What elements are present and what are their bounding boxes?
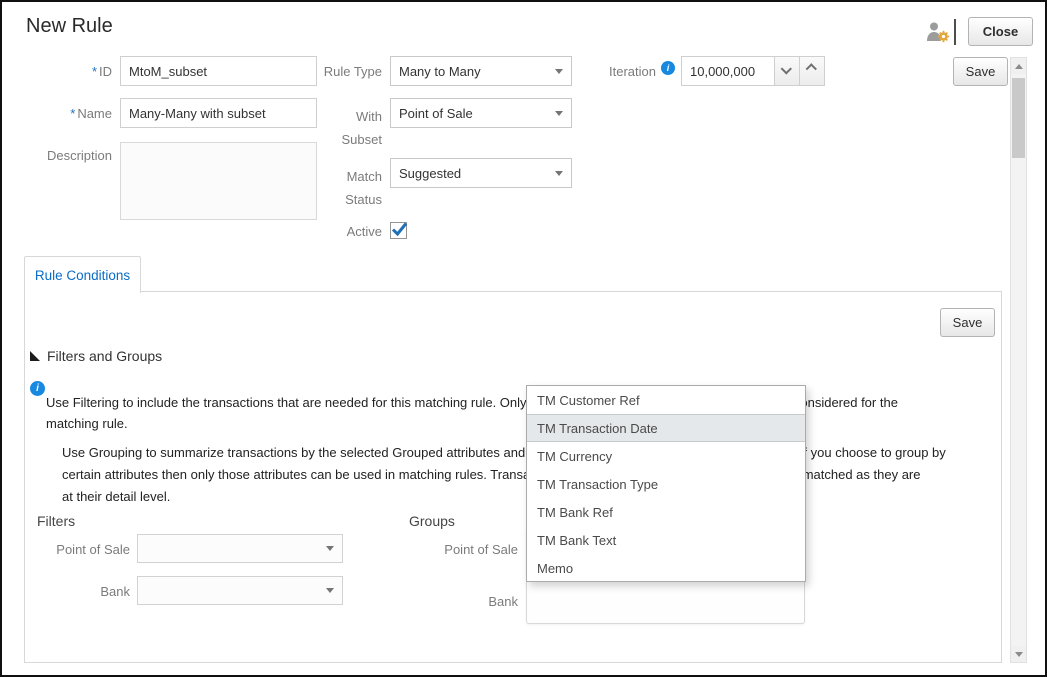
rule-type-value: Many to Many bbox=[399, 64, 555, 79]
dropdown-item[interactable]: TM Bank Text bbox=[527, 526, 805, 554]
check-icon bbox=[390, 220, 409, 238]
scrollbar-thumb[interactable] bbox=[1012, 78, 1025, 158]
collapse-triangle-icon bbox=[30, 351, 40, 361]
with-subset-select[interactable]: Point of Sale bbox=[390, 98, 572, 128]
with-subset-label: With Subset bbox=[310, 105, 382, 151]
header-divider bbox=[954, 19, 956, 45]
required-marker: * bbox=[70, 106, 75, 121]
group-bank-box[interactable] bbox=[526, 580, 805, 624]
description-label: Description bbox=[17, 148, 112, 164]
rule-type-select[interactable]: Many to Many bbox=[390, 56, 572, 86]
triangle-down-icon bbox=[1015, 652, 1023, 657]
with-subset-value: Point of Sale bbox=[399, 106, 555, 121]
page-title: New Rule bbox=[26, 15, 113, 38]
match-status-label: Match Status bbox=[310, 165, 382, 211]
dropdown-item[interactable]: TM Transaction Type bbox=[527, 470, 805, 498]
chevron-down-icon bbox=[555, 171, 563, 176]
iteration-stepper bbox=[774, 56, 825, 86]
info-line: at their detail level. bbox=[62, 486, 946, 508]
dropdown-item[interactable]: Memo bbox=[527, 554, 805, 582]
dropdown-item[interactable]: TM Customer Ref bbox=[527, 386, 805, 414]
new-rule-window: New Rule Close Save *ID Rule Type Many t… bbox=[0, 0, 1047, 677]
info-icon[interactable]: i bbox=[661, 61, 675, 75]
active-checkbox[interactable] bbox=[390, 222, 407, 239]
scroll-up-button[interactable] bbox=[1011, 58, 1026, 74]
group-bank-label: Bank bbox=[398, 594, 518, 610]
stepper-down-button[interactable] bbox=[774, 56, 800, 86]
chevron-down-icon bbox=[555, 69, 563, 74]
chevron-down-icon bbox=[326, 588, 334, 593]
filter-bank-select[interactable] bbox=[137, 576, 343, 605]
filter-point-of-sale-select[interactable] bbox=[137, 534, 343, 563]
id-label: *ID bbox=[20, 64, 112, 80]
triangle-up-icon bbox=[1015, 64, 1023, 69]
save-button[interactable]: Save bbox=[953, 57, 1008, 86]
info-line: Use Grouping to summarize transactions b… bbox=[62, 442, 946, 464]
chevron-down-icon bbox=[326, 546, 334, 551]
chevron-down-icon bbox=[555, 111, 563, 116]
filters-groups-section-header[interactable]: Filters and Groups bbox=[30, 348, 162, 364]
iteration-input[interactable] bbox=[681, 56, 775, 86]
filter-point-of-sale-label: Point of Sale bbox=[10, 542, 130, 558]
stepper-up-button[interactable] bbox=[799, 56, 825, 86]
scrollbar[interactable] bbox=[1010, 57, 1027, 663]
close-button[interactable]: Close bbox=[968, 17, 1033, 46]
dropdown-item-highlighted[interactable]: TM Transaction Date bbox=[527, 414, 805, 442]
section-title: Filters and Groups bbox=[47, 348, 162, 364]
active-label: Active bbox=[310, 224, 382, 240]
info-line: certain attributes then only those attri… bbox=[62, 464, 946, 486]
description-input[interactable] bbox=[120, 142, 317, 220]
filters-heading: Filters bbox=[37, 513, 75, 529]
scroll-down-button[interactable] bbox=[1011, 646, 1026, 662]
attribute-dropdown-list: TM Customer Ref TM Transaction Date TM C… bbox=[526, 385, 806, 582]
panel-save-button[interactable]: Save bbox=[940, 308, 995, 337]
tab-rule-conditions[interactable]: Rule Conditions bbox=[24, 256, 141, 293]
info-paragraph-2: Use Grouping to summarize transactions b… bbox=[62, 442, 946, 508]
id-input[interactable] bbox=[120, 56, 317, 86]
dropdown-item[interactable]: TM Bank Ref bbox=[527, 498, 805, 526]
chevron-up-icon bbox=[806, 63, 817, 74]
match-status-value: Suggested bbox=[399, 166, 555, 181]
iteration-label: Iteration bbox=[600, 64, 656, 80]
filter-bank-label: Bank bbox=[10, 584, 130, 600]
name-label: *Name bbox=[20, 106, 112, 122]
chevron-down-icon bbox=[781, 63, 792, 74]
user-gear-icon[interactable] bbox=[924, 19, 951, 46]
dropdown-item[interactable]: TM Currency bbox=[527, 442, 805, 470]
name-input[interactable] bbox=[120, 98, 317, 128]
info-icon[interactable]: i bbox=[30, 381, 45, 396]
match-status-select[interactable]: Suggested bbox=[390, 158, 572, 188]
rule-type-label: Rule Type bbox=[310, 64, 382, 80]
groups-heading: Groups bbox=[409, 513, 455, 529]
group-point-of-sale-label: Point of Sale bbox=[398, 542, 518, 558]
required-marker: * bbox=[92, 64, 97, 79]
